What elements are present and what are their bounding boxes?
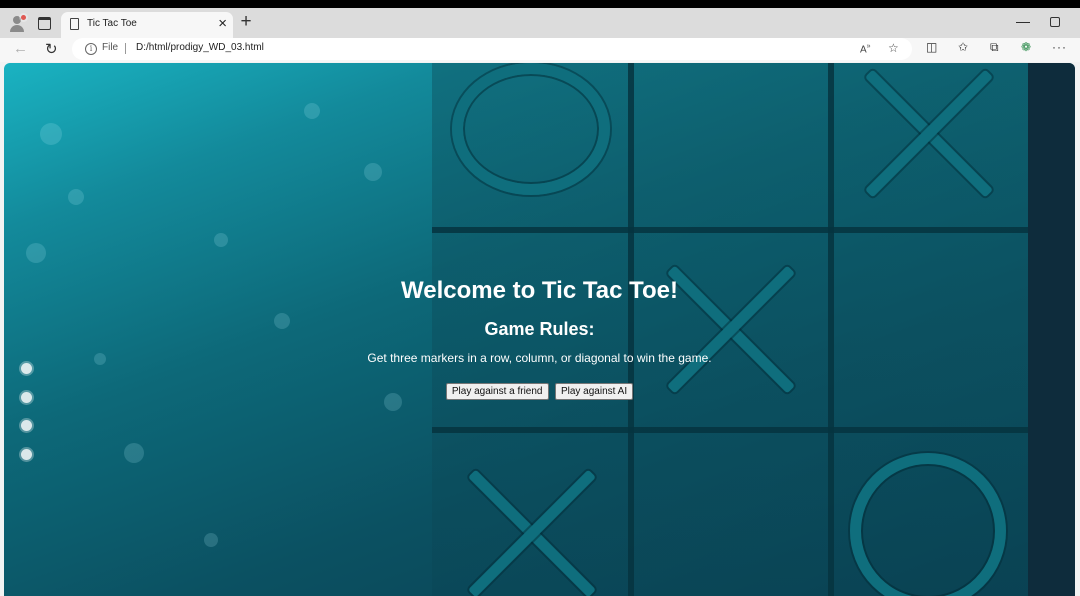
split-screen-icon[interactable]: ◫ bbox=[926, 40, 937, 54]
page-icon bbox=[70, 18, 79, 30]
tab-strip: Tic Tac Toe × + — bbox=[0, 8, 1080, 38]
carousel-dot[interactable] bbox=[21, 391, 32, 403]
address-bar[interactable]: i File D:/html/prodigy_WD_03.html A» ☆ bbox=[72, 38, 912, 60]
separator bbox=[125, 43, 126, 54]
restore-button[interactable] bbox=[1050, 17, 1060, 27]
carousel-dot[interactable] bbox=[21, 448, 32, 460]
collections-icon[interactable]: ⧉ bbox=[990, 40, 999, 55]
file-label: File bbox=[102, 42, 119, 53]
browser-window: Tic Tac Toe × + — ← ↻ i File D:/html/pro… bbox=[0, 8, 1080, 596]
tab-tic-tac-toe[interactable]: Tic Tac Toe × bbox=[61, 12, 233, 38]
favorite-star-icon[interactable]: ☆ bbox=[888, 41, 899, 55]
more-icon[interactable]: ··· bbox=[1052, 40, 1067, 54]
page-viewport: Welcome to Tic Tac Toe! Game Rules: Get … bbox=[4, 63, 1075, 596]
page-content: Welcome to Tic Tac Toe! Game Rules: Get … bbox=[4, 63, 1075, 596]
info-icon[interactable]: i bbox=[85, 43, 97, 55]
favorites-icon[interactable]: ✩ bbox=[958, 40, 968, 54]
carousel-dot[interactable] bbox=[21, 363, 32, 374]
tab-title: Tic Tac Toe bbox=[87, 18, 137, 29]
rules-heading: Game Rules: bbox=[484, 319, 595, 339]
page-title: Welcome to Tic Tac Toe! bbox=[401, 277, 678, 304]
play-ai-button[interactable]: Play against AI bbox=[554, 383, 634, 400]
minimize-button[interactable]: — bbox=[1016, 13, 1032, 29]
url-text[interactable]: D:/html/prodigy_WD_03.html bbox=[136, 42, 264, 53]
address-bar-row: ← ↻ i File D:/html/prodigy_WD_03.html A»… bbox=[0, 38, 1080, 62]
refresh-icon[interactable]: ↻ bbox=[45, 40, 58, 58]
extensions-icon[interactable]: ❁ bbox=[1021, 40, 1031, 54]
back-icon[interactable]: ← bbox=[13, 40, 28, 57]
profile-icon[interactable] bbox=[6, 13, 28, 33]
carousel-dot[interactable] bbox=[21, 420, 32, 431]
mode-buttons: Play against a friend Play against AI bbox=[4, 381, 1075, 400]
workspaces-icon[interactable] bbox=[33, 13, 55, 33]
play-friend-button[interactable]: Play against a friend bbox=[445, 383, 549, 400]
rules-text: Get three markers in a row, column, or d… bbox=[367, 351, 712, 365]
read-aloud-icon[interactable]: A» bbox=[860, 43, 871, 55]
carousel-dots bbox=[21, 363, 32, 477]
screen-top-border bbox=[0, 0, 1080, 8]
close-icon[interactable]: × bbox=[218, 15, 227, 32]
new-tab-button[interactable]: + bbox=[236, 11, 256, 33]
